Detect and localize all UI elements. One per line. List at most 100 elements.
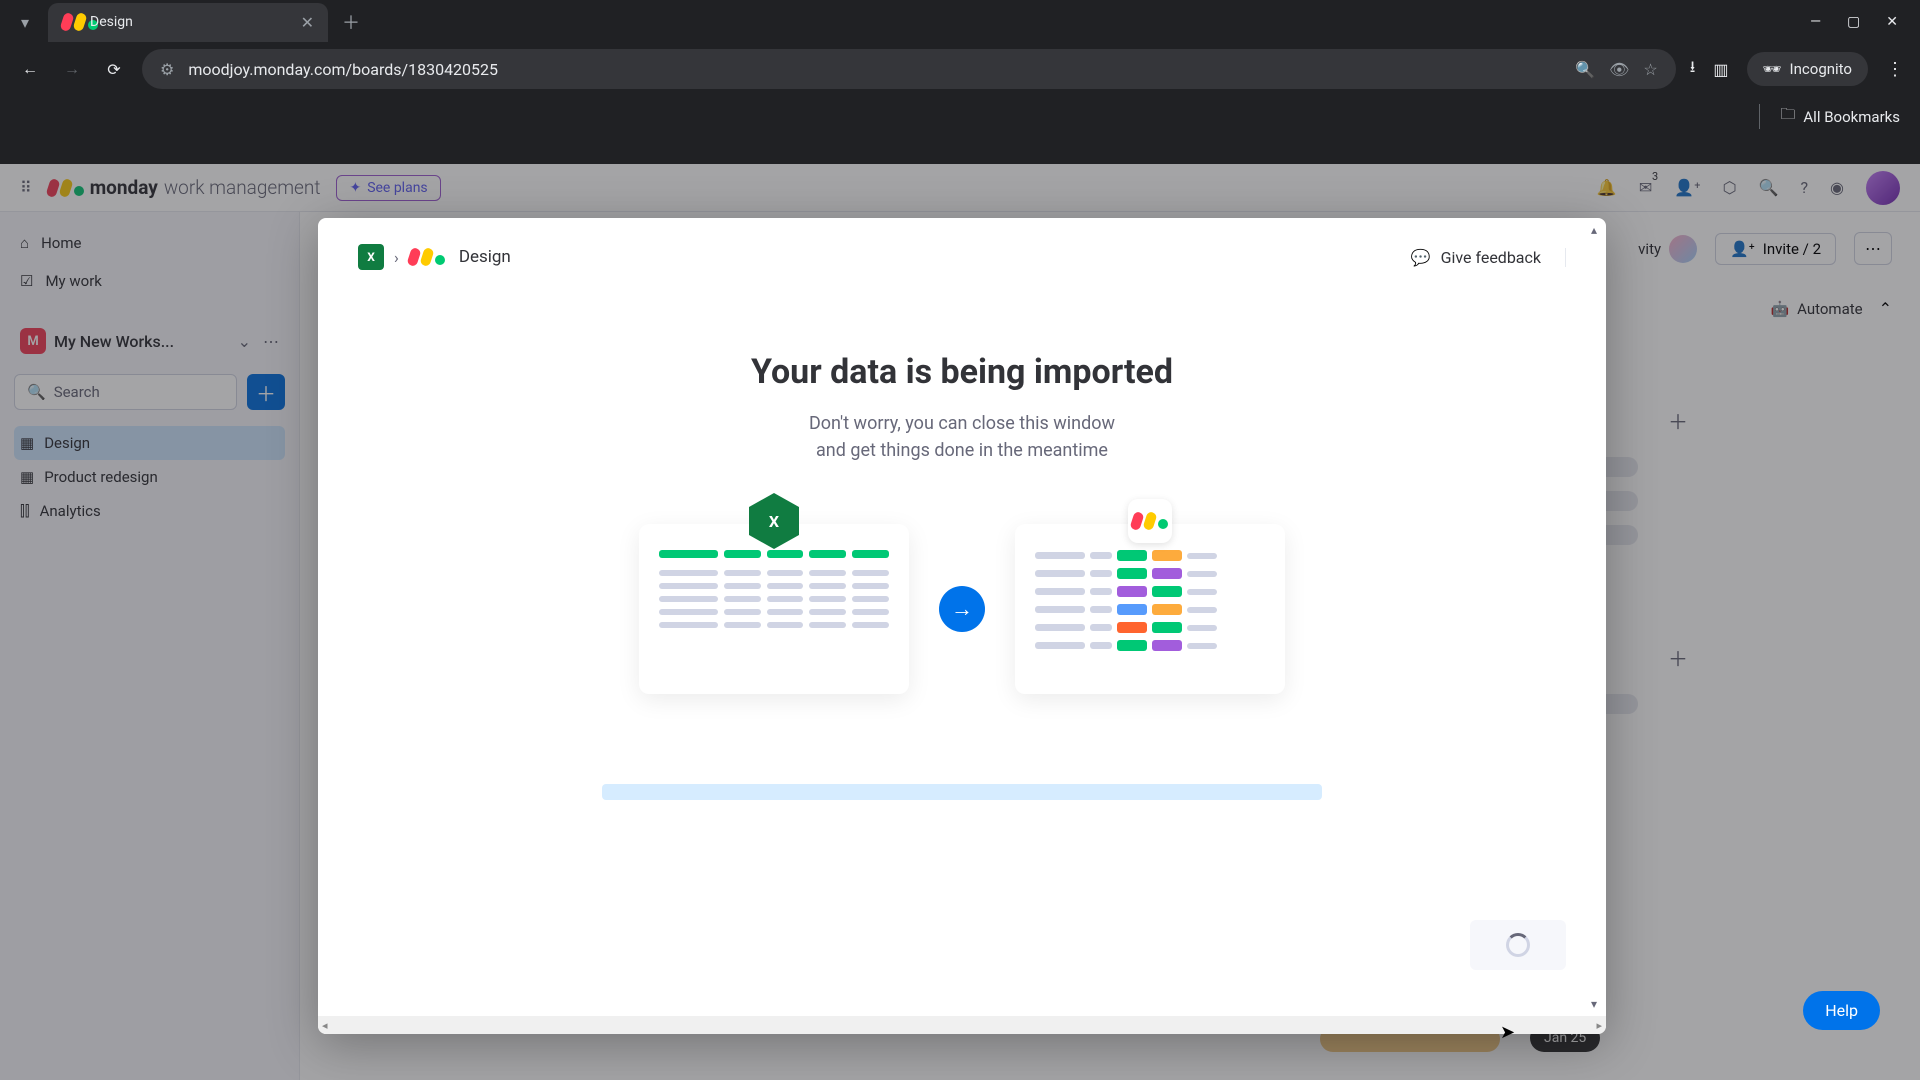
zoom-icon[interactable]: 🔍 bbox=[1575, 60, 1595, 79]
help-label: Help bbox=[1825, 1001, 1858, 1020]
import-progress-bar bbox=[602, 784, 1322, 800]
add-item-button[interactable]: ＋ bbox=[247, 374, 285, 410]
all-bookmarks-label: All Bookmarks bbox=[1803, 108, 1900, 126]
see-plans-button[interactable]: ✦ See plans bbox=[336, 175, 440, 201]
workspace-menu-icon[interactable]: ⋯ bbox=[263, 332, 279, 351]
excel-badge-letter: X bbox=[769, 512, 779, 531]
address-bar: ← → ⟳ ⚙ moodjoy.monday.com/boards/183042… bbox=[0, 44, 1920, 94]
automate-label: Automate bbox=[1797, 300, 1862, 318]
sidebar: ⌂ Home ☑ My work M My New Works... ⌄ ⋯ 🔍… bbox=[0, 212, 300, 1080]
incognito-label: Incognito bbox=[1790, 60, 1852, 78]
app-header: ⠿ monday work management ✦ See plans 🔔 ✉… bbox=[0, 164, 1920, 212]
board-label: Analytics bbox=[40, 502, 101, 520]
maximize-icon[interactable]: ▢ bbox=[1847, 14, 1860, 30]
bookmark-star-icon[interactable]: ☆ bbox=[1643, 60, 1657, 79]
url-input[interactable]: ⚙ moodjoy.monday.com/boards/1830420525 🔍… bbox=[142, 49, 1676, 89]
add-column-icon[interactable]: ＋ bbox=[1668, 406, 1688, 435]
excel-badge-letter: X bbox=[367, 250, 375, 264]
browser-tab-active[interactable]: Design ✕ bbox=[48, 3, 328, 42]
board-item-analytics[interactable]: ⫿⫿ Analytics bbox=[14, 494, 285, 528]
back-button[interactable]: ← bbox=[16, 55, 44, 83]
feedback-label: Give feedback bbox=[1441, 248, 1541, 267]
invite-label: Invite / 2 bbox=[1763, 240, 1821, 258]
sidebar-home-label: Home bbox=[41, 234, 81, 252]
activity-button[interactable]: vity bbox=[1638, 235, 1697, 263]
products-switcher-icon[interactable]: ◉ bbox=[1830, 178, 1844, 197]
reload-button[interactable]: ⟳ bbox=[100, 55, 128, 83]
sidebar-my-work[interactable]: ☑ My work bbox=[14, 264, 285, 298]
give-feedback-button[interactable]: 💬 Give feedback bbox=[1411, 248, 1566, 267]
import-illustration: X → bbox=[358, 524, 1566, 694]
board-icon: ▦ bbox=[20, 468, 34, 486]
automate-button[interactable]: 🤖 Automate bbox=[1770, 300, 1862, 318]
apps-marketplace-icon[interactable]: ⬡ bbox=[1723, 178, 1737, 197]
board-item-product-redesign[interactable]: ▦ Product redesign bbox=[14, 460, 285, 494]
url-text: moodjoy.monday.com/boards/1830420525 bbox=[188, 60, 1561, 79]
bookmarks-bar: 🗀 All Bookmarks bbox=[0, 94, 1920, 143]
tab-search-dropdown[interactable]: ▾ bbox=[10, 7, 40, 37]
my-work-icon: ☑ bbox=[20, 272, 33, 290]
window-controls: — ▢ ✕ bbox=[1810, 14, 1910, 30]
board-item-design[interactable]: ▦ Design bbox=[14, 426, 285, 460]
monday-rows-graphic bbox=[1035, 550, 1265, 651]
board-label: Product redesign bbox=[44, 468, 158, 486]
loading-button bbox=[1470, 920, 1566, 970]
site-settings-icon[interactable]: ⚙ bbox=[160, 60, 174, 79]
breadcrumb-separator-icon: › bbox=[394, 248, 399, 267]
apps-grid-icon[interactable]: ⠿ bbox=[20, 178, 32, 197]
search-icon: 🔍 bbox=[27, 383, 46, 401]
tab-bar: ▾ Design ✕ ＋ — ▢ ✕ bbox=[0, 0, 1920, 44]
search-everything-icon[interactable]: 🔍 bbox=[1759, 178, 1779, 197]
scroll-down-arrow[interactable]: ▾ bbox=[1586, 996, 1602, 1012]
all-bookmarks-button[interactable]: 🗀 All Bookmarks bbox=[1759, 104, 1900, 129]
new-tab-button[interactable]: ＋ bbox=[336, 9, 366, 35]
modal-subtitle: Don't worry, you can close this window a… bbox=[358, 410, 1566, 464]
sidebar-search-placeholder: Search bbox=[54, 383, 100, 401]
side-panel-icon[interactable]: ▥ bbox=[1713, 60, 1728, 79]
sparkle-icon: ✦ bbox=[349, 180, 361, 196]
board-label: Design bbox=[44, 434, 90, 452]
tab-title: Design bbox=[90, 14, 133, 30]
modal-title: Your data is being imported bbox=[358, 352, 1566, 392]
minimize-icon[interactable]: — bbox=[1810, 14, 1821, 30]
sidebar-home[interactable]: ⌂ Home bbox=[14, 226, 285, 260]
forward-button[interactable]: → bbox=[58, 55, 86, 83]
browser-menu-icon[interactable]: ⋮ bbox=[1886, 59, 1904, 80]
user-avatar[interactable] bbox=[1866, 171, 1900, 205]
modal-horizontal-scrollbar[interactable]: ◂ ▸ bbox=[318, 1016, 1606, 1034]
sidebar-search-input[interactable]: 🔍 Search bbox=[14, 374, 237, 410]
invite-button[interactable]: 👤⁺ Invite / 2 bbox=[1715, 233, 1836, 265]
help-icon[interactable]: ? bbox=[1800, 178, 1808, 197]
close-tab-icon[interactable]: ✕ bbox=[301, 13, 314, 32]
scroll-right-arrow[interactable]: ▸ bbox=[1596, 1019, 1602, 1032]
brand-light: work management bbox=[164, 176, 321, 199]
add-column-icon[interactable]: ＋ bbox=[1668, 643, 1688, 672]
incognito-indicator[interactable]: 🕶 Incognito bbox=[1747, 52, 1869, 86]
downloads-icon[interactable]: ⭳ bbox=[1690, 56, 1696, 83]
browser-chrome: ▾ Design ✕ ＋ — ▢ ✕ ← → ⟳ ⚙ moodjoy.monda… bbox=[0, 0, 1920, 143]
monday-target-card bbox=[1015, 524, 1285, 694]
excel-icon: X bbox=[358, 244, 384, 270]
chevron-down-icon[interactable]: ⌄ bbox=[238, 332, 251, 351]
close-window-icon[interactable]: ✕ bbox=[1886, 14, 1898, 30]
home-icon: ⌂ bbox=[20, 234, 29, 252]
scroll-left-arrow[interactable]: ◂ bbox=[322, 1019, 328, 1032]
header-right-icons: 🔔 ✉3 👤⁺ ⬡ 🔍 ? ◉ bbox=[1597, 171, 1900, 205]
modal-subtitle-line1: Don't worry, you can close this window bbox=[809, 413, 1115, 434]
arrow-right-icon: → bbox=[939, 586, 985, 632]
collapse-icon[interactable]: ⌃ bbox=[1879, 299, 1892, 318]
invite-members-icon[interactable]: 👤⁺ bbox=[1674, 178, 1700, 197]
brand-logo[interactable]: monday work management bbox=[48, 176, 321, 199]
workspace-selector[interactable]: M My New Works... ⌄ ⋯ bbox=[14, 322, 285, 360]
inbox-badge: 3 bbox=[1652, 170, 1658, 183]
modal-header: X › Design 💬 Give feedback bbox=[358, 244, 1566, 270]
toolbar-right: ⭳ ▥ 🕶 Incognito ⋮ bbox=[1690, 52, 1904, 86]
modal-subtitle-line2: and get things done in the meantime bbox=[816, 440, 1108, 461]
board-more-menu[interactable]: ⋯ bbox=[1854, 232, 1892, 265]
help-button[interactable]: Help bbox=[1803, 991, 1880, 1030]
notifications-icon[interactable]: 🔔 bbox=[1597, 178, 1617, 197]
import-modal: ▴ X › Design 💬 Give feedback Your data i… bbox=[318, 218, 1606, 1034]
board-list: ▦ Design ▦ Product redesign ⫿⫿ Analytics bbox=[14, 426, 285, 528]
eye-off-icon[interactable]: 👁 bbox=[1609, 60, 1629, 79]
inbox-icon[interactable]: ✉3 bbox=[1639, 178, 1652, 197]
